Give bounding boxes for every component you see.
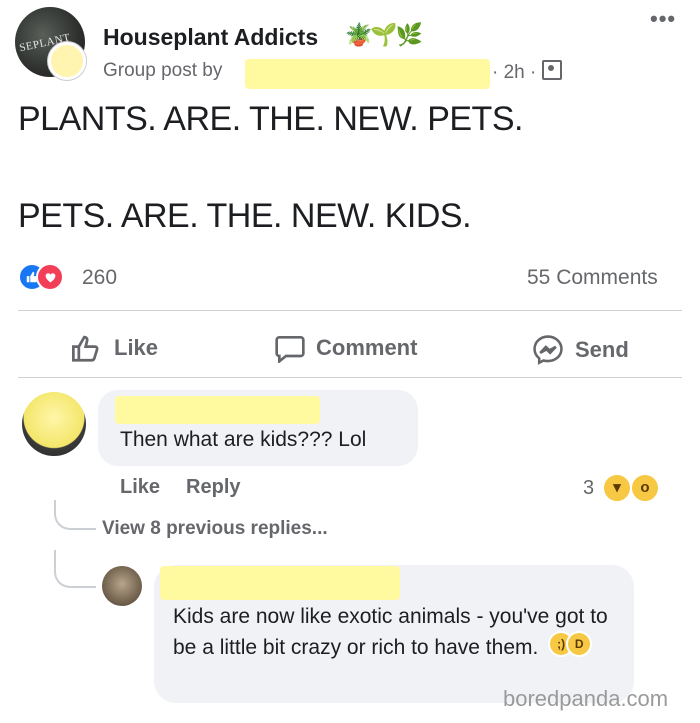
comment-label: Comment bbox=[316, 335, 418, 360]
laughing-tears-icon: D bbox=[566, 631, 593, 657]
messenger-icon bbox=[533, 335, 563, 365]
post-timestamp[interactable]: · 2h · bbox=[492, 62, 536, 83]
post-text-line-1: PLANTS. ARE. THE. NEW. PETS. bbox=[18, 100, 523, 138]
more-options-icon[interactable]: ••• bbox=[650, 6, 676, 32]
reply-text: Kids are now like exotic animals - you'v… bbox=[173, 605, 608, 659]
plant-emojis: 🪴🌱🌿 bbox=[345, 22, 423, 47]
thread-connector bbox=[54, 500, 96, 530]
comment-icon bbox=[275, 336, 305, 363]
like-label: Like bbox=[114, 335, 159, 360]
comment-text: Then what are kids??? Lol bbox=[120, 428, 367, 451]
like-button[interactable]: Like bbox=[70, 333, 158, 363]
thumbs-up-icon bbox=[72, 335, 99, 362]
post-meta-prefix: Group post by bbox=[103, 60, 223, 81]
post-meta-time[interactable]: · 2h · bbox=[492, 60, 562, 84]
reaction-count[interactable]: 260 bbox=[82, 266, 117, 290]
watermark: boredpanda.com bbox=[503, 686, 669, 711]
group-privacy-icon bbox=[541, 60, 562, 80]
replier-avatar[interactable] bbox=[102, 566, 142, 606]
redacted-poster-name bbox=[245, 59, 490, 89]
post-text-line-2: PETS. ARE. THE. NEW. KIDS. bbox=[18, 197, 472, 235]
comment-reaction-count[interactable]: 3 bbox=[583, 477, 594, 500]
send-label: Send bbox=[575, 337, 629, 362]
haha-emoji-icon: ▾ bbox=[602, 473, 632, 503]
wow-emoji-icon: o bbox=[630, 473, 660, 503]
comment-actions: Like Reply bbox=[120, 476, 267, 499]
view-previous-replies-link[interactable]: View 8 previous replies... bbox=[102, 518, 328, 540]
commenter-avatar[interactable] bbox=[22, 392, 86, 456]
reply-emojis: ;) D bbox=[544, 631, 594, 657]
divider bbox=[18, 310, 682, 311]
poster-avatar[interactable] bbox=[48, 42, 86, 80]
comments-count[interactable]: 55 Comments bbox=[527, 266, 658, 290]
divider bbox=[18, 377, 682, 378]
redacted-commenter-name bbox=[115, 396, 320, 424]
redacted-replier-name bbox=[160, 566, 400, 600]
love-reaction-icon bbox=[36, 263, 64, 291]
group-name-link[interactable]: Houseplant Addicts bbox=[103, 24, 318, 51]
reply-text-block: Kids are now like exotic animals - you'v… bbox=[173, 601, 623, 663]
comment-reply-button[interactable]: Reply bbox=[186, 476, 240, 498]
comment-button[interactable]: Comment bbox=[274, 333, 417, 363]
comment-like-button[interactable]: Like bbox=[120, 476, 160, 498]
thread-connector bbox=[54, 550, 96, 588]
send-button[interactable]: Send bbox=[531, 333, 629, 367]
